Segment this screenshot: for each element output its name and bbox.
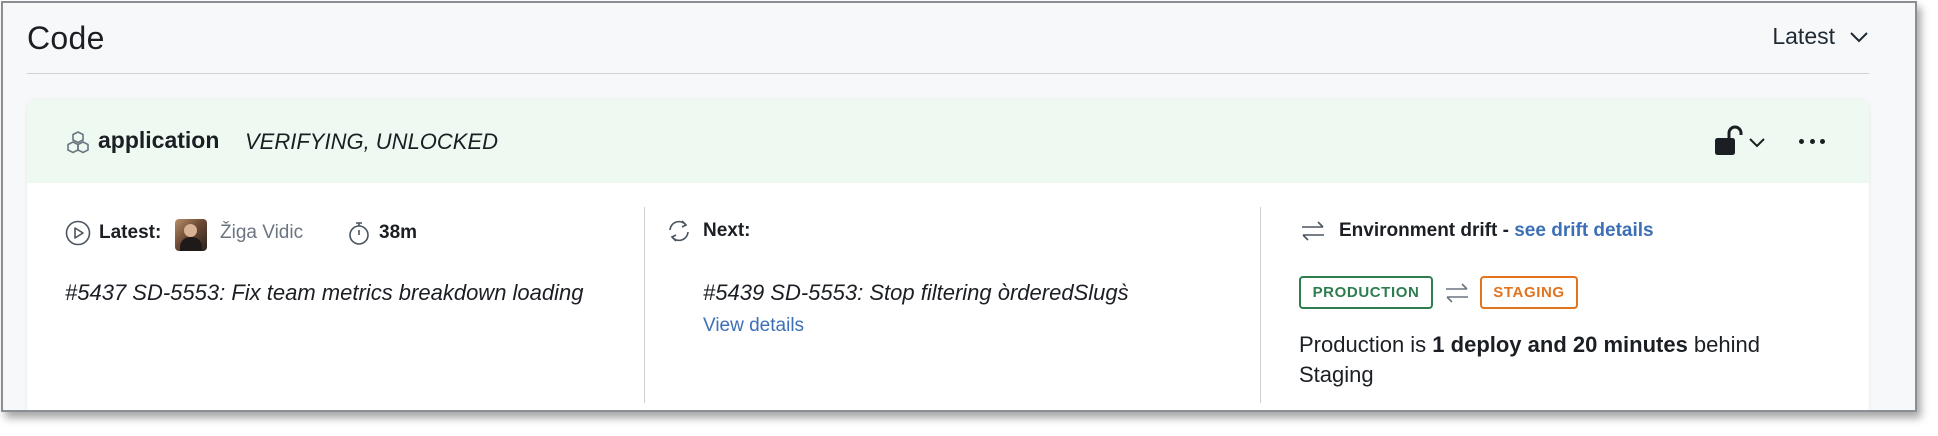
window-frame: Code Latest application VERIFYING, UNLOC… [1,1,1917,412]
application-card-header: application VERIFYING, UNLOCKED [27,99,1869,183]
drift-desc-bold: 1 deploy and 20 minutes [1432,332,1688,357]
next-deploy-column: Next: #5439 SD-5553: Stop filtering òrde… [645,183,1260,410]
page-header: Code Latest [27,3,1869,74]
production-badge: PRODUCTION [1299,276,1433,309]
play-circle-icon [65,220,91,246]
latest-label: Latest: [99,222,162,243]
see-drift-details-link[interactable]: see drift details [1514,220,1653,241]
chevron-down-icon [1850,31,1868,42]
stopwatch-icon [349,222,369,245]
application-card: application VERIFYING, UNLOCKED Latest: … [27,99,1869,410]
environment-drift-title: Environment drift - see drift details [1339,220,1654,242]
drift-title-text: Environment drift - [1339,220,1515,241]
application-status: VERIFYING, UNLOCKED [245,129,499,154]
drift-desc-prefix: Production is [1299,332,1433,357]
version-dropdown[interactable]: Latest [1772,23,1869,50]
swap-arrows-icon [1446,283,1468,303]
application-name: application [98,127,220,153]
environment-drift-column: Environment drift - see drift details PR… [1261,183,1869,410]
lock-chevron-down-icon[interactable] [1748,137,1766,148]
view-details-link[interactable]: View details [703,315,804,337]
next-commit: #5439 SD-5553: Stop filtering òrderedSlu… [703,280,1129,305]
author-name[interactable]: Žiga Vidic [220,222,303,244]
latest-commit: #5437 SD-5553: Fix team metrics breakdow… [65,280,584,305]
more-horizontal-icon[interactable] [1799,129,1825,153]
deploy-duration: 38m [379,222,418,243]
latest-deploy-column: Latest: Žiga Vidic 38m #5437 SD-5553: Fi… [27,183,644,410]
staging-badge: STAGING [1480,276,1578,309]
avatar [175,219,207,251]
unlocked-padlock-icon[interactable] [1713,125,1743,157]
refresh-icon [669,220,689,242]
drift-description: Production is 1 deploy and 20 minutes be… [1299,330,1819,390]
page-title: Code [27,20,105,56]
version-dropdown-label: Latest [1772,23,1835,49]
next-label: Next: [703,220,751,241]
swap-arrows-icon [1302,221,1324,241]
cubes-icon [67,131,89,154]
